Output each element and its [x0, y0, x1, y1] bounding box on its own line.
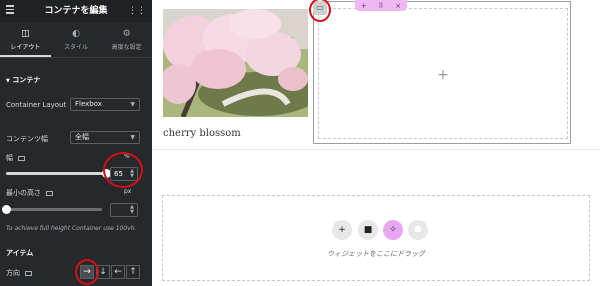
folder-icon[interactable]: ■ — [358, 220, 378, 240]
direction-label: 方向 — [6, 269, 20, 277]
editor-canvas: cherry blossom + + ⠿ × ▭ + ■ ✧ ☗ ウィジェットを… — [152, 0, 600, 286]
drag-handle-icon[interactable]: ⠿ — [378, 2, 383, 10]
drop-zone-text: ウィジェットをここにドラッグ — [327, 250, 425, 258]
style-icon: ◐ — [72, 29, 80, 39]
section-items-title: アイテム — [6, 249, 34, 257]
section-container-toggle[interactable]: ▼ コンテナ — [6, 75, 40, 85]
container-layout-label: Container Layout — [6, 101, 67, 109]
cherry-blossom-photo — [163, 9, 308, 117]
add-plus-button[interactable]: + — [332, 220, 352, 240]
delete-container-icon[interactable]: × — [395, 2, 401, 10]
tab-advanced-label: 高度な設定 — [111, 44, 142, 51]
width-slider[interactable] — [6, 172, 107, 175]
template-kit-icon[interactable]: ☗ — [408, 220, 428, 240]
highlight-circle-width — [103, 152, 143, 188]
desktop-icon[interactable] — [46, 190, 53, 196]
menu-icon[interactable] — [6, 5, 14, 16]
desktop-icon[interactable] — [25, 270, 32, 276]
container-layout-select[interactable]: Flexbox ▼ — [70, 98, 140, 111]
section-divider — [152, 149, 600, 150]
min-height-slider-handle[interactable] — [1, 205, 11, 214]
direction-column-reverse-button[interactable]: ↑ — [126, 265, 140, 279]
content-width-value: 全幅 — [75, 133, 89, 141]
direction-label-row: 方向 — [6, 268, 32, 278]
width-label: 幅 — [6, 154, 13, 162]
layout-icon: ◫ — [21, 29, 30, 39]
add-element-plus-icon[interactable]: + — [319, 67, 567, 83]
grid-icon[interactable]: ⋮⋮ — [128, 0, 146, 22]
panel-title: コンテナを編集 — [44, 6, 108, 16]
container-drop-area[interactable]: + — [318, 8, 568, 139]
panel-tabs: ◫ レイアウト ◐ スタイル ⚙ 高度な設定 — [0, 22, 152, 58]
min-height-label: 最小の高さ — [6, 189, 41, 197]
min-height-input[interactable]: ▲ ▼ — [110, 203, 138, 217]
content-width-select[interactable]: 全幅 ▼ — [70, 131, 140, 144]
add-container-icon[interactable]: + — [361, 2, 367, 10]
editor-app: コンテナを編集 ⋮⋮ ◫ レイアウト ◐ スタイル ⚙ 高度な設定 ▼ コンテナ… — [0, 0, 600, 286]
highlight-circle-direction — [75, 259, 99, 285]
cherry-blossom-image[interactable] — [163, 9, 308, 117]
chevron-down-icon: ▼ — [130, 134, 135, 141]
stepper-icon[interactable]: ▲ ▼ — [130, 205, 134, 215]
selected-container[interactable]: + — [313, 1, 571, 144]
width-label-row: 幅 — [6, 153, 25, 163]
section-container-title: コンテナ — [12, 76, 41, 84]
caret-down-icon: ▼ — [6, 78, 10, 84]
tab-advanced[interactable]: ⚙ 高度な設定 — [101, 22, 152, 57]
min-height-slider[interactable] — [6, 208, 102, 211]
advanced-gear-icon: ⚙ — [122, 29, 131, 39]
min-height-unit[interactable]: px — [124, 188, 131, 195]
ai-sparkle-button[interactable]: ✧ — [383, 220, 403, 240]
tab-layout[interactable]: ◫ レイアウト — [0, 22, 51, 57]
desktop-icon[interactable] — [18, 155, 25, 161]
content-width-label: コンテンツ幅 — [6, 135, 48, 143]
chevron-down-icon: ▼ — [130, 101, 135, 108]
min-height-label-row: 最小の高さ — [6, 188, 53, 198]
tab-layout-label: レイアウト — [10, 44, 41, 51]
min-height-hint: To achieve full height Container use 100… — [6, 225, 137, 232]
container-toolbar: + ⠿ × — [355, 0, 407, 11]
panel-header: コンテナを編集 ⋮⋮ — [0, 0, 152, 22]
container-layout-value: Flexbox — [75, 100, 102, 108]
tab-style-label: スタイル — [64, 44, 89, 51]
image-caption: cherry blossom — [163, 128, 241, 139]
direction-row-reverse-button[interactable]: ← — [111, 265, 125, 279]
editor-panel: コンテナを編集 ⋮⋮ ◫ レイアウト ◐ スタイル ⚙ 高度な設定 ▼ コンテナ… — [0, 0, 152, 286]
widget-drop-zone[interactable]: + ■ ✧ ☗ ウィジェットをここにドラッグ — [162, 195, 590, 281]
width-slider-fill — [6, 172, 107, 175]
tab-style[interactable]: ◐ スタイル — [51, 22, 102, 57]
